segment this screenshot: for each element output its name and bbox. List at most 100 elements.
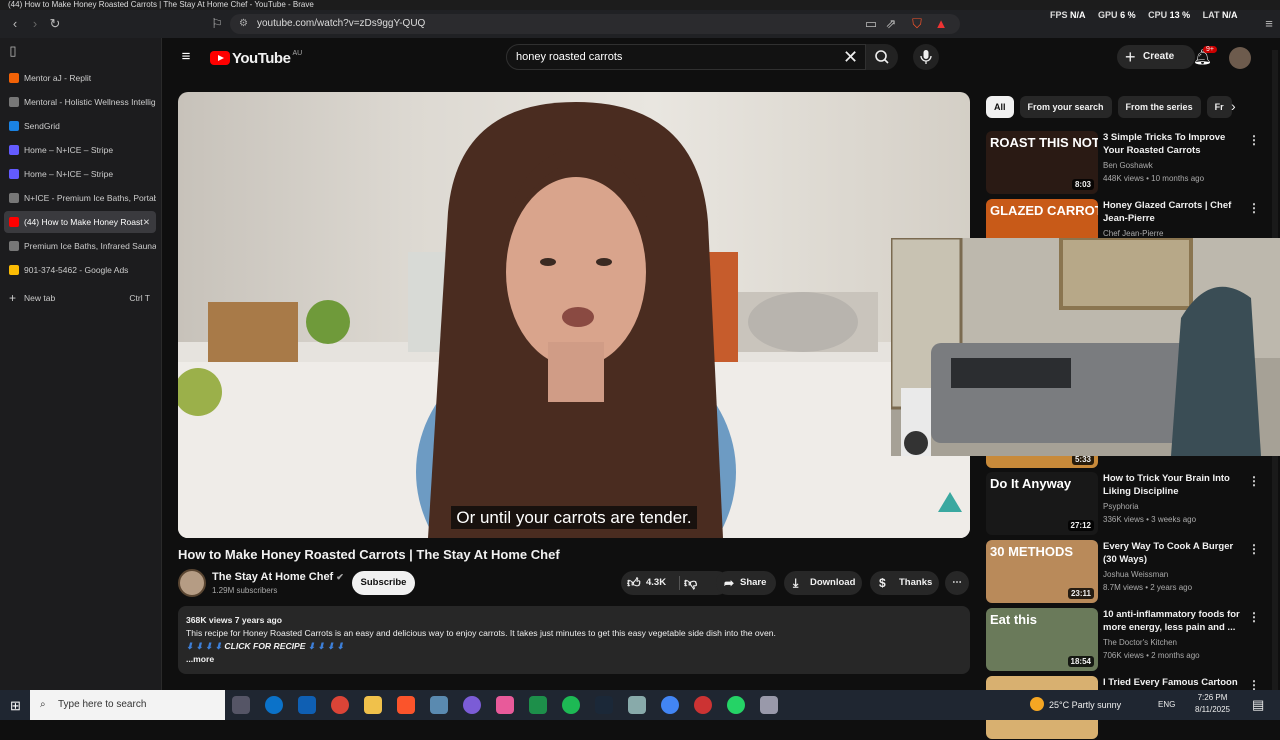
show-more-link[interactable]: ...more <box>186 653 962 666</box>
sidebar-tab-item[interactable]: (44) How to Make Honey Roast ✕ <box>4 211 156 233</box>
download-button[interactable]: ⤓ Download <box>784 571 862 595</box>
notification-center-icon[interactable]: ▤ <box>1252 697 1264 713</box>
thanks-button[interactable]: $ Thanks <box>870 571 939 595</box>
filter-chip[interactable]: Fr <box>1206 96 1232 118</box>
video-thumbnail[interactable]: Eat this 18:54 <box>986 608 1098 671</box>
filter-chip[interactable]: From the series <box>1117 96 1201 118</box>
recommended-video[interactable]: 30 METHODS 23:11 Every Way To Cook A Burge… <box>986 540 1276 604</box>
sidebar-tab-item[interactable]: 901-374-5462 - Google Ads <box>4 259 156 281</box>
more-options-icon[interactable]: ⋮ <box>1248 474 1260 488</box>
app-icon[interactable] <box>463 696 481 714</box>
brave-shield-icon[interactable]: ⛉ <box>910 17 924 31</box>
chrome-icon[interactable] <box>661 696 679 714</box>
cast-icon[interactable]: ▭ <box>864 17 878 31</box>
user-avatar[interactable] <box>1229 47 1251 69</box>
sidebar-toggle-icon[interactable]: ▯ <box>6 44 20 58</box>
recommended-channel[interactable]: Chef Jean-Pierre <box>1103 229 1163 238</box>
recommended-title[interactable]: 10 anti-inflammatory foods for more ener… <box>1103 608 1248 634</box>
like-icon[interactable]: 👍︎ <box>627 571 641 595</box>
sidebar-tab-item[interactable]: SendGrid <box>4 115 156 137</box>
more-options-icon[interactable]: ⋮ <box>1248 201 1260 215</box>
video-thumbnail[interactable]: ROAST THIS NOT THIS 8:03 <box>986 131 1098 194</box>
brave-icon[interactable] <box>397 696 415 714</box>
start-windows-icon[interactable]: ⊞ <box>10 698 21 714</box>
recommended-title[interactable]: I Tried Every Famous Cartoon <box>1103 676 1248 689</box>
menu-icon[interactable]: ≡ <box>1262 17 1276 31</box>
filter-chip[interactable]: From your search <box>1019 96 1112 118</box>
recommended-title[interactable]: Every Way To Cook A Burger (30 Ways) <box>1103 540 1248 566</box>
task-view-icon[interactable] <box>232 696 250 714</box>
app-icon[interactable] <box>760 696 778 714</box>
recommended-channel[interactable]: Psyphoria <box>1103 502 1139 511</box>
chips-next-icon[interactable]: › <box>1231 98 1236 114</box>
dislike-icon[interactable]: 👎︎ <box>684 571 697 595</box>
share-button[interactable]: ➦ Share <box>716 571 776 595</box>
file-explorer-icon[interactable] <box>364 696 382 714</box>
outlook-icon[interactable] <box>298 696 316 714</box>
create-button[interactable]: Create <box>1117 45 1195 69</box>
channel-name[interactable]: The Stay At Home Chef ✔ <box>212 571 344 583</box>
recipe-link-text[interactable]: CLICK FOR RECIPE <box>224 641 305 651</box>
spotify-icon[interactable] <box>562 696 580 714</box>
chrome-icon[interactable] <box>331 696 349 714</box>
search-input[interactable]: honey roasted carrots <box>506 44 866 70</box>
channel-avatar[interactable] <box>178 569 206 597</box>
edge-icon[interactable] <box>265 696 283 714</box>
subscribe-button[interactable]: Subscribe <box>352 571 415 595</box>
more-options-icon[interactable]: ⋮ <box>1248 542 1260 556</box>
sidebar-tab-item[interactable]: Mentor aJ - Replit <box>4 67 156 89</box>
clear-search-icon[interactable]: ✕ <box>843 47 858 67</box>
youtube-logo[interactable]: YouTube AU <box>210 48 302 68</box>
site-info-icon[interactable]: ⚙ <box>239 14 248 34</box>
sidebar-tab-item[interactable]: Home – N+ICE – Stripe <box>4 139 156 161</box>
search-button[interactable] <box>866 44 898 70</box>
spreadsheet-icon[interactable] <box>529 696 547 714</box>
like-count[interactable]: 4.3K <box>646 571 666 595</box>
recommended-channel[interactable]: Ben Goshawk <box>1103 161 1153 170</box>
more-options-icon[interactable]: ⋮ <box>1248 133 1260 147</box>
recommended-video[interactable]: Do It Anyway 27:12 How to Trick Your Brain… <box>986 472 1276 536</box>
voice-search-button[interactable] <box>913 44 939 70</box>
recommended-video[interactable]: ROAST THIS NOT THIS 8:03 3 Simple Tricks T… <box>986 131 1276 195</box>
recommended-title[interactable]: Honey Glazed Carrots | Chef Jean-Pierre <box>1103 199 1248 225</box>
more-actions-button[interactable]: ⋯ <box>945 571 969 595</box>
more-options-icon[interactable]: ⋮ <box>1248 610 1260 624</box>
recommended-title[interactable]: How to Trick Your Brain Into Liking Disc… <box>1103 472 1248 498</box>
close-tab-icon[interactable]: ✕ <box>143 211 150 233</box>
reload-icon[interactable]: ↻ <box>48 17 62 31</box>
sidebar-tab-item[interactable]: N+ICE - Premium Ice Baths, Portab <box>4 187 156 209</box>
description-meta: 368K views 7 years ago <box>186 615 283 625</box>
new-tab-button[interactable]: + New tab Ctrl T <box>4 287 156 309</box>
recommended-channel[interactable]: Joshua Weissman <box>1103 570 1168 579</box>
video-thumbnail[interactable]: Do It Anyway 27:12 <box>986 472 1098 535</box>
app-icon[interactable] <box>496 696 514 714</box>
filter-chip[interactable]: All <box>986 96 1014 118</box>
brave-rewards-icon[interactable]: ▲ <box>934 17 948 31</box>
microphone-icon <box>920 50 932 64</box>
steam-icon[interactable] <box>595 696 613 714</box>
app-icon[interactable] <box>694 696 712 714</box>
weather-text[interactable]: 25°C Partly sunny <box>1049 690 1121 720</box>
taskbar-search-input[interactable]: ⌕ Type here to search <box>30 690 225 720</box>
bookmark-icon[interactable]: ⚐ <box>210 17 224 31</box>
forward-icon[interactable]: › <box>28 17 42 31</box>
app-icon[interactable] <box>628 696 646 714</box>
sidebar-tab-item[interactable]: Premium Ice Baths, Infrared Sauna <box>4 235 156 257</box>
hamburger-menu-icon[interactable]: ≡ <box>179 49 193 64</box>
address-bar[interactable]: ⚙ youtube.com/watch?v=zDs9ggY-QUQ <box>230 14 960 34</box>
app-icon[interactable] <box>430 696 448 714</box>
taskbar-clock[interactable]: 7:26 PM 8/11/2025 <box>1195 692 1230 716</box>
recommended-title[interactable]: 3 Simple Tricks To Improve Your Roasted … <box>1103 131 1248 157</box>
sidebar-tab-item[interactable]: Mentoral - Holistic Wellness Intellig <box>4 91 156 113</box>
language-indicator[interactable]: ENG <box>1158 690 1175 720</box>
recommended-channel[interactable]: The Doctor's Kitchen <box>1103 638 1177 647</box>
sidebar-tab-item[interactable]: Home – N+ICE – Stripe <box>4 163 156 185</box>
description-box[interactable]: 368K views 7 years ago This recipe for H… <box>178 606 970 674</box>
share-icon[interactable]: ⇗ <box>884 17 898 31</box>
back-icon[interactable]: ‹ <box>8 17 22 31</box>
video-player[interactable]: Or until your carrots are tender. <box>178 92 970 538</box>
plus-icon: + <box>9 291 17 305</box>
whatsapp-icon[interactable] <box>727 696 745 714</box>
video-thumbnail[interactable]: 30 METHODS 23:11 <box>986 540 1098 603</box>
recommended-video[interactable]: Eat this 18:54 10 anti-inflammatory foods … <box>986 608 1276 672</box>
